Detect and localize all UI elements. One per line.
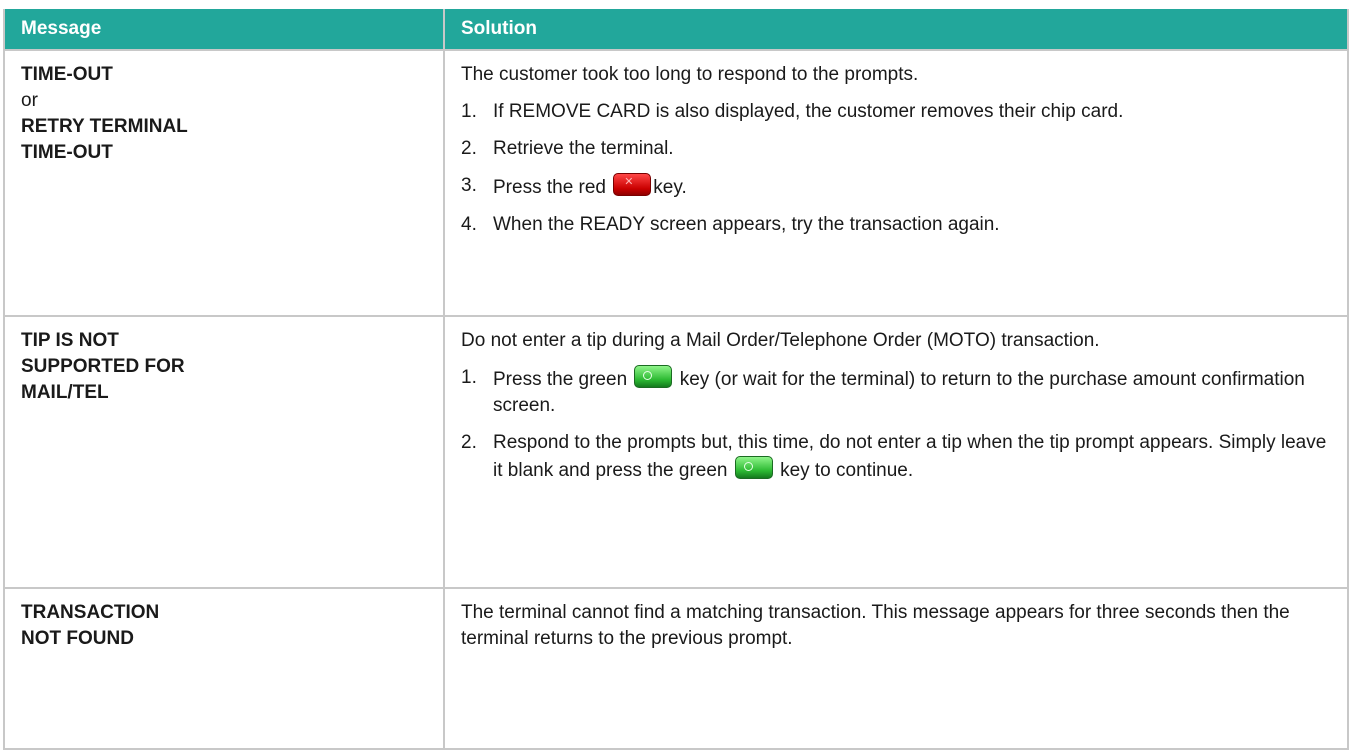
solution-intro: The terminal cannot find a matching tran… <box>461 602 1290 649</box>
step-text: Press the green <box>493 369 628 390</box>
table-header-row: Message Solution <box>3 9 1349 50</box>
message-text: TIP IS NOT <box>21 330 119 351</box>
step-text: Press the red <box>493 177 606 198</box>
step-number: 3. <box>461 175 477 196</box>
green-ok-key-icon <box>734 456 773 479</box>
table-row: TRANSACTION NOT FOUND The terminal canno… <box>3 587 1349 750</box>
solution-cell: The customer took too long to respond to… <box>443 49 1349 317</box>
table-row: TIME-OUT or RETRY TERMINAL TIME-OUT The … <box>3 49 1349 317</box>
message-column-header: Message <box>3 9 445 50</box>
step-text: When the READY screen appears, try the t… <box>493 214 1000 235</box>
solution-column-header: Solution <box>443 9 1349 50</box>
solution-cell: Do not enter a tip during a Mail Order/T… <box>443 315 1349 589</box>
message-cell: TIP IS NOT SUPPORTED FOR MAIL/TEL <box>3 315 445 589</box>
message-cell: TIME-OUT or RETRY TERMINAL TIME-OUT <box>3 49 445 317</box>
message-text: NOT FOUND <box>21 628 134 649</box>
message-cell: TRANSACTION NOT FOUND <box>3 587 445 750</box>
error-message-table: Message Solution TIME-OUT or RETRY TERMI… <box>3 9 1349 750</box>
message-text: TIME-OUT <box>21 142 113 163</box>
solution-cell: The terminal cannot find a matching tran… <box>443 587 1349 750</box>
message-text: TRANSACTION <box>21 602 160 623</box>
message-text: MAIL/TEL <box>21 382 109 403</box>
step-text: key to continue. <box>780 460 914 481</box>
solution-steps: 1. If REMOVE CARD is also displayed, the… <box>461 99 1329 238</box>
step-text: If REMOVE CARD is also displayed, the cu… <box>493 101 1124 122</box>
solution-intro: The customer took too long to respond to… <box>461 64 919 85</box>
step-item: 1. If REMOVE CARD is also displayed, the… <box>461 99 1329 125</box>
message-text: TIME-OUT <box>21 64 113 85</box>
solution-steps: 1. Press the green key (or wait for the … <box>461 365 1329 484</box>
step-item: 1. Press the green key (or wait for the … <box>461 365 1329 419</box>
message-or-text: or <box>21 90 38 111</box>
step-item: 2. Respond to the prompts but, this time… <box>461 430 1329 484</box>
step-number: 2. <box>461 432 477 453</box>
step-item: 4. When the READY screen appears, try th… <box>461 212 1329 238</box>
step-number: 4. <box>461 214 477 235</box>
green-ok-key-icon <box>634 365 673 388</box>
message-text: SUPPORTED FOR <box>21 356 185 377</box>
solution-intro: Do not enter a tip during a Mail Order/T… <box>461 330 1100 351</box>
step-number: 1. <box>461 101 477 122</box>
step-item: 3. Press the red key. <box>461 173 1329 201</box>
table-row: TIP IS NOT SUPPORTED FOR MAIL/TEL Do not… <box>3 315 1349 589</box>
step-number: 2. <box>461 138 477 159</box>
step-number: 1. <box>461 367 477 388</box>
step-text: Retrieve the terminal. <box>493 138 674 159</box>
message-text: RETRY TERMINAL <box>21 116 188 137</box>
red-cancel-key-icon <box>613 173 652 196</box>
step-item: 2. Retrieve the terminal. <box>461 136 1329 162</box>
step-text: key. <box>653 177 687 198</box>
